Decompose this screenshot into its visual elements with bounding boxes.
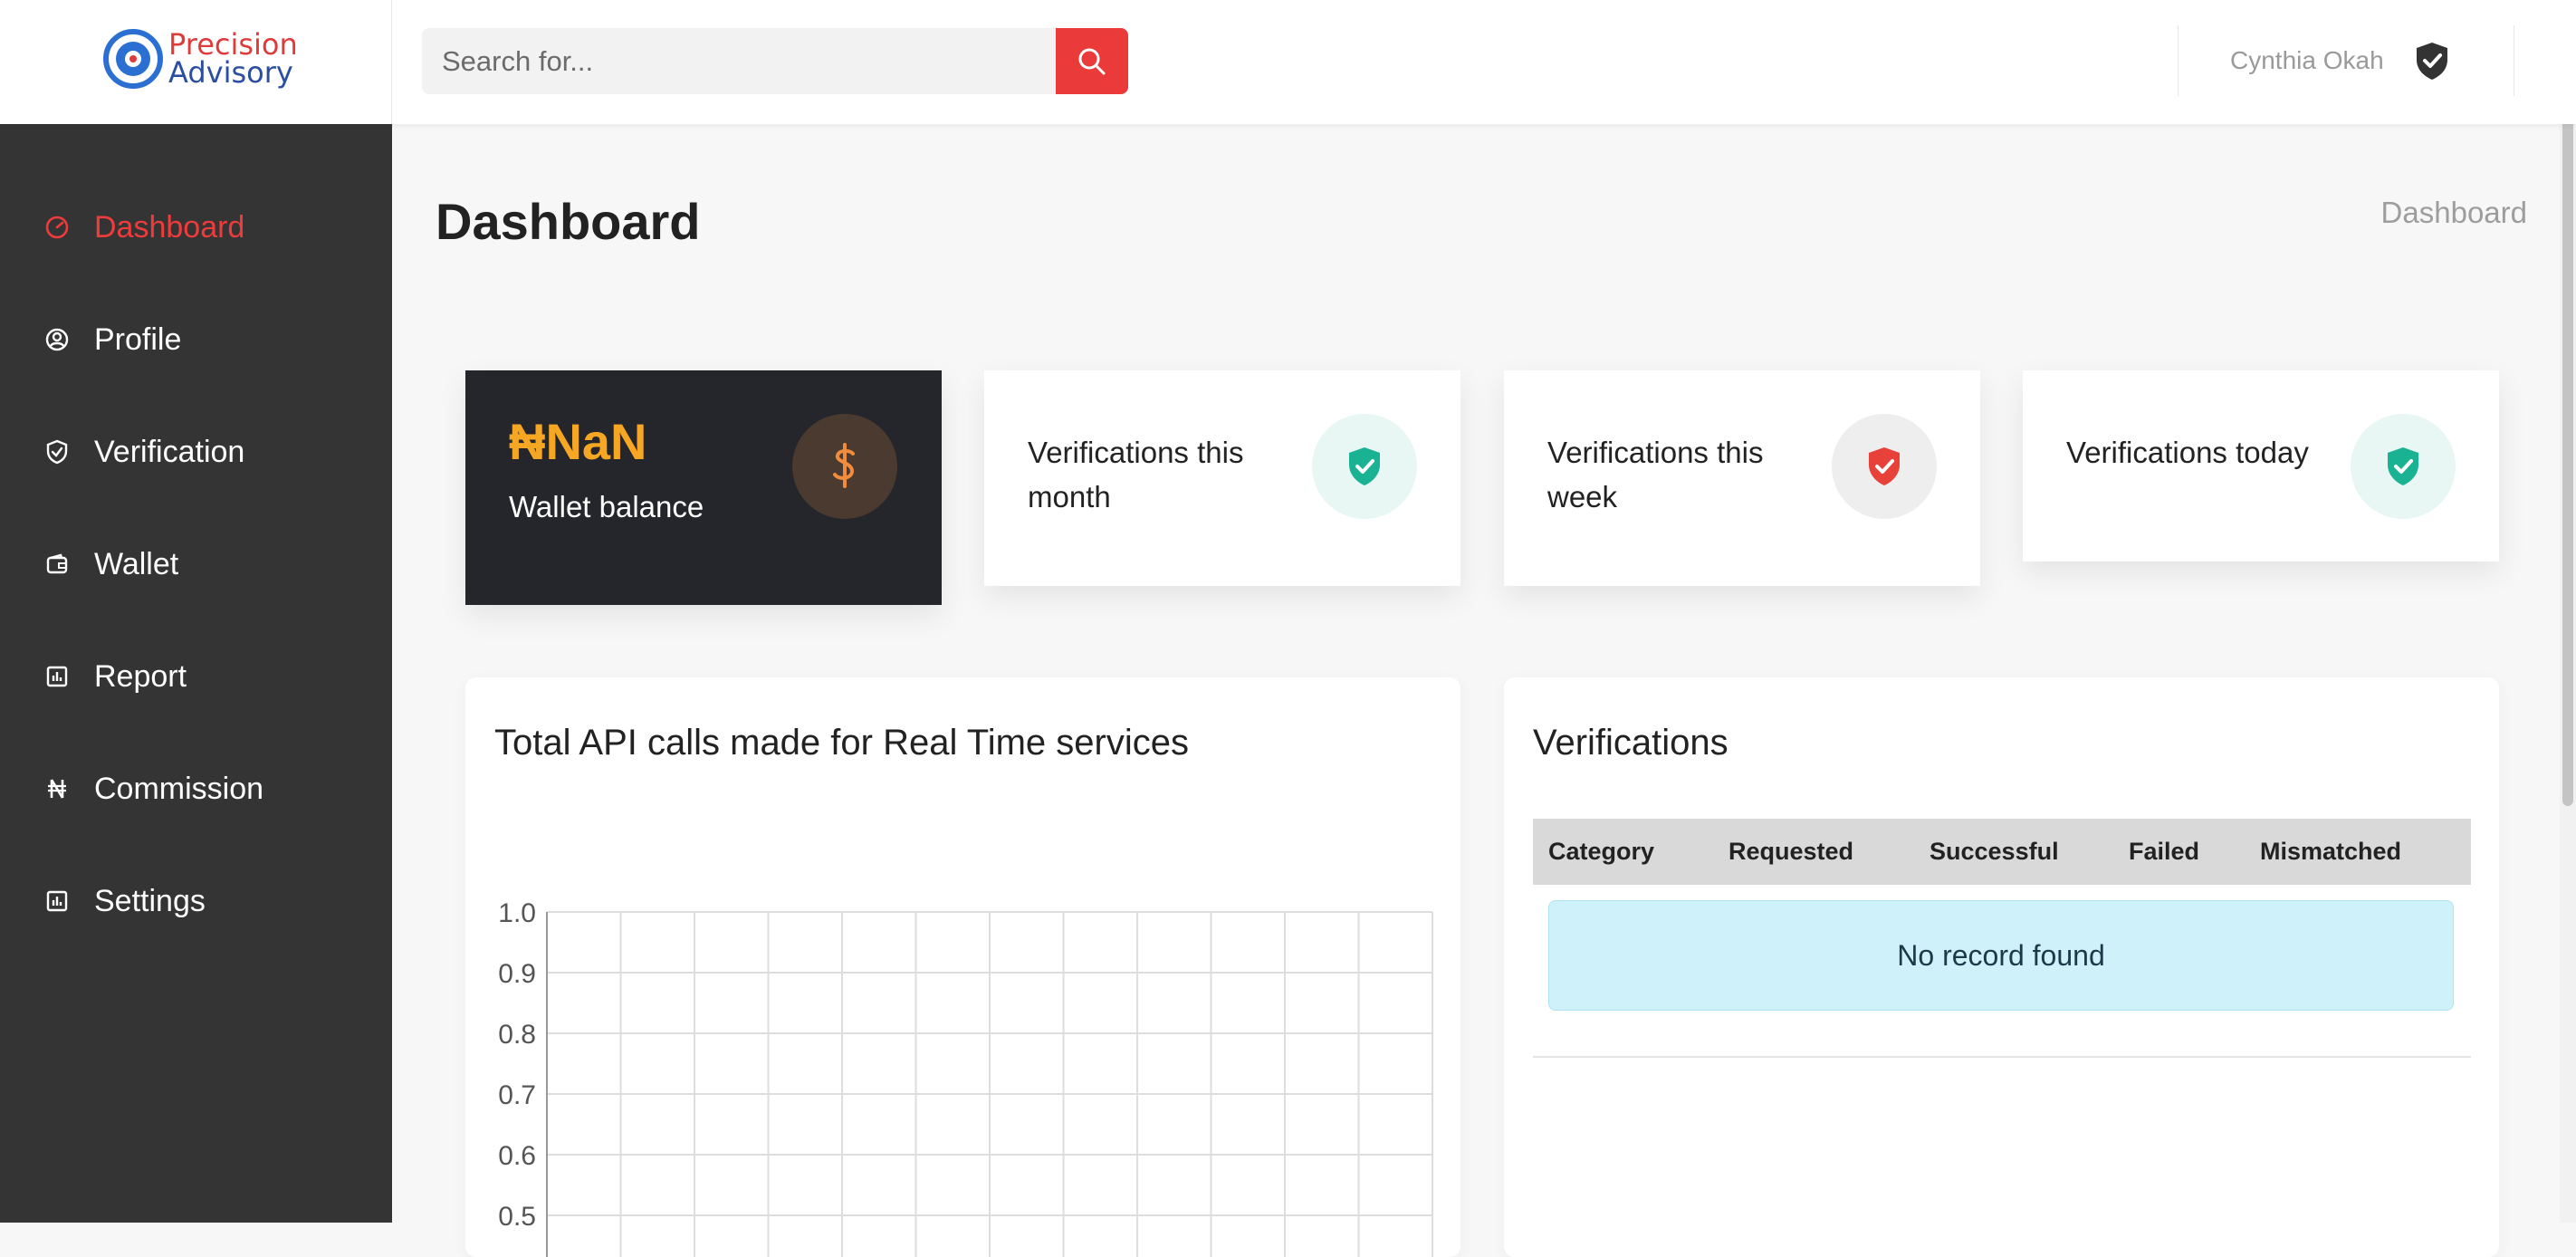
verifications-panel: Verifications Category Requested Success… [1504, 677, 2499, 1257]
chart-y-tick-label: 0.8 [498, 1020, 536, 1050]
panel-title: Verifications [1533, 723, 1729, 763]
verifications-month-card[interactable]: Verifications this month [984, 370, 1460, 586]
sidebar-item-label: Verification [94, 434, 245, 469]
api-calls-panel: Total API calls made for Real Time servi… [465, 677, 1460, 1257]
brand-line-2: Advisory [168, 55, 293, 90]
page-title: Dashboard [436, 193, 701, 250]
logo-icon [103, 29, 163, 89]
sidebar-item-settings[interactable]: Settings [0, 865, 392, 937]
brand-name: Precision Advisory [168, 30, 298, 90]
shield-check-icon [1832, 414, 1937, 519]
sidebar-item-label: Settings [94, 883, 206, 918]
column-header-successful[interactable]: Successful [1930, 819, 2059, 885]
sidebar-item-label: Commission [94, 771, 264, 806]
card-label: Verifications this month [1028, 436, 1244, 513]
user-name: Cynthia Okah [2230, 46, 2384, 74]
search-button[interactable] [1056, 28, 1128, 94]
sidebar: Dashboard Profile Verification Wallet Re… [0, 124, 392, 1223]
search-input[interactable] [422, 28, 1056, 94]
sidebar-item-label: Report [94, 658, 187, 694]
api-calls-chart: 1.00.90.80.70.60.50.4 [498, 898, 1433, 1257]
shield-check-icon [2351, 414, 2456, 519]
chart-y-tick-label: 0.5 [498, 1202, 536, 1232]
sidebar-item-report[interactable]: Report [0, 640, 392, 713]
wallet-icon [43, 551, 71, 578]
search-icon [1078, 48, 1106, 74]
sidebar-item-commission[interactable]: Commission [0, 753, 392, 825]
table-header: Category Requested Successful Failed Mis… [1533, 819, 2471, 885]
wallet-amount: ₦NaN [509, 413, 647, 470]
sidebar-item-verification[interactable]: Verification [0, 416, 392, 488]
wallet-label: Wallet balance [509, 490, 704, 523]
shield-check-icon [1312, 414, 1417, 519]
brand-logo[interactable]: Precision Advisory [0, 0, 392, 124]
bar-chart-icon [43, 888, 71, 915]
chart-y-tick-label: 0.9 [498, 959, 536, 989]
user-circle-icon [43, 326, 71, 353]
empty-state-message: No record found [1548, 900, 2454, 1011]
card-label: Verifications this week [1547, 436, 1764, 513]
dollar-icon [792, 414, 897, 519]
verifications-table: Category Requested Successful Failed Mis… [1533, 819, 2471, 1058]
bar-chart-icon [43, 663, 71, 690]
page-scrollbar[interactable] [2560, 0, 2576, 1223]
top-header: Precision Advisory Cynthia Okah [0, 0, 2576, 124]
verifications-week-card[interactable]: Verifications this week [1504, 370, 1980, 586]
sidebar-item-profile[interactable]: Profile [0, 303, 392, 376]
dashboard-gauge-icon [43, 214, 71, 241]
shield-check-icon [43, 438, 71, 465]
chart-y-tick-label: 0.7 [498, 1080, 536, 1110]
search-bar [422, 28, 1128, 94]
chart-y-tick-label: 0.6 [498, 1141, 536, 1171]
sidebar-item-dashboard[interactable]: Dashboard [0, 191, 392, 264]
column-header-mismatched[interactable]: Mismatched [2260, 819, 2401, 885]
verifications-today-card[interactable]: Verifications today [2023, 370, 2499, 561]
sidebar-item-label: Profile [94, 321, 182, 357]
sidebar-item-label: Wallet [94, 546, 179, 581]
breadcrumb[interactable]: Dashboard [2381, 196, 2527, 230]
table-divider [1533, 1056, 2471, 1058]
naira-icon [43, 775, 71, 802]
column-header-requested[interactable]: Requested [1729, 819, 1853, 885]
column-header-failed[interactable]: Failed [2129, 819, 2199, 885]
column-header-category[interactable]: Category [1548, 819, 1654, 885]
chart-y-tick-label: 1.0 [498, 898, 536, 928]
wallet-balance-card[interactable]: ₦NaN Wallet balance [465, 370, 942, 605]
panel-title: Total API calls made for Real Time servi… [494, 723, 1189, 763]
scrollbar-thumb[interactable] [2562, 9, 2573, 806]
verified-shield-icon [2417, 43, 2447, 80]
sidebar-item-label: Dashboard [94, 209, 245, 245]
sidebar-item-wallet[interactable]: Wallet [0, 528, 392, 600]
card-label: Verifications today [2066, 436, 2309, 469]
user-menu[interactable]: Cynthia Okah [2178, 25, 2514, 96]
